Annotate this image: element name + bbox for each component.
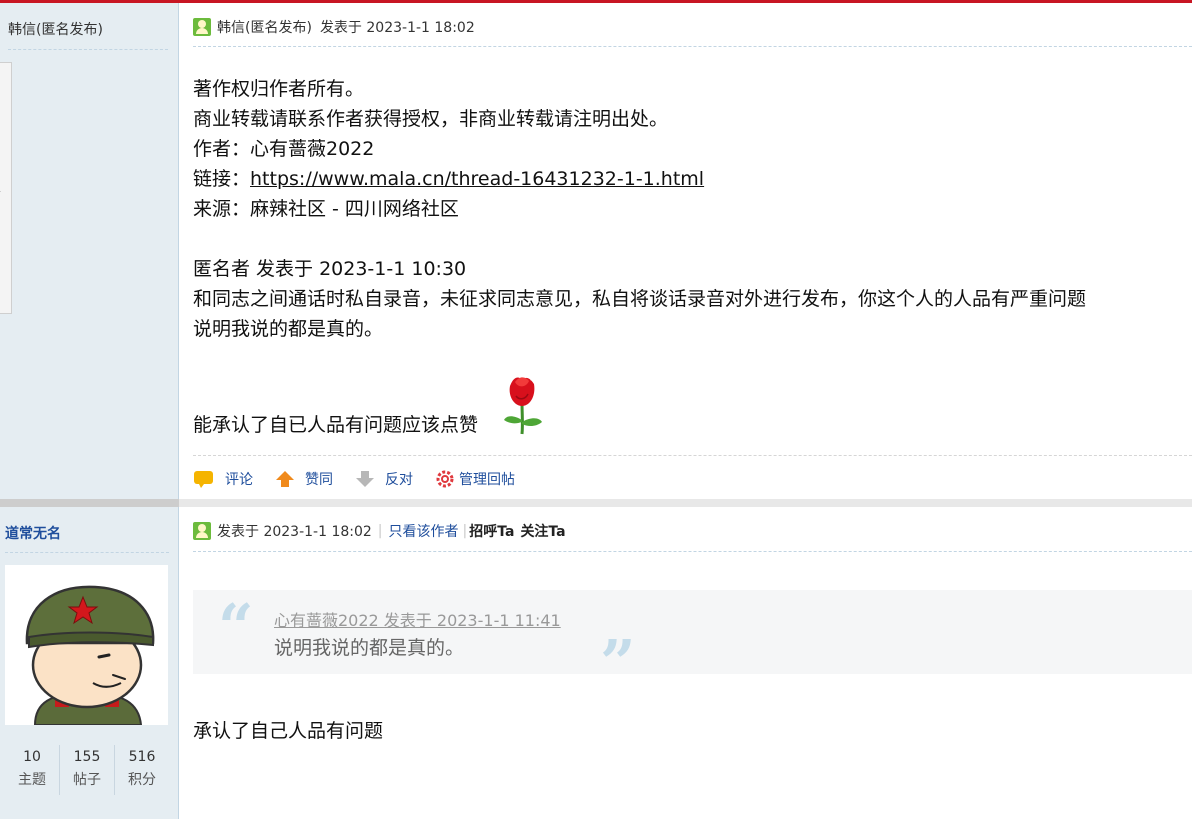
post1-closing: 能承认了自已人品有问题应该点赞 xyxy=(193,410,478,440)
user-stats: 10 主题 155 帖子 516 积分 xyxy=(5,745,169,795)
post1-time: 发表于 2023-1-1 18:02 xyxy=(319,20,475,36)
gear-icon xyxy=(436,470,454,488)
source-line: 来源：麻辣社区 - 四川网络社区 xyxy=(193,198,459,220)
greet-link[interactable]: 招呼Ta xyxy=(469,521,514,541)
post1-author-sidebar: 韩信(匿名发布) xyxy=(0,3,179,499)
profile-panel-edge xyxy=(0,62,12,314)
stat-points[interactable]: 516 积分 xyxy=(115,745,169,795)
open-quote-mark: “ xyxy=(218,590,254,663)
comment-icon xyxy=(194,471,213,488)
view-author-only-link[interactable]: 只看该作者 xyxy=(389,521,459,541)
manage-reply-button[interactable]: 管理回帖 xyxy=(435,469,515,489)
quote-block: “ 心有蔷薇2022 发表于 2023-1-1 11:41 说明我说的都是真的。… xyxy=(193,590,1192,698)
divider xyxy=(193,455,1192,456)
post2-time: 发表于 2023-1-1 18:02 xyxy=(217,524,372,540)
avatar[interactable] xyxy=(5,565,168,725)
quoted-line: 说明我说的都是真的。 xyxy=(193,318,384,340)
sidebar-author-name[interactable]: 道常无名 xyxy=(5,523,61,543)
oppose-button[interactable]: 反对 xyxy=(355,469,413,489)
close-quote-mark: ” xyxy=(600,626,636,699)
soldier-avatar-image xyxy=(5,565,168,725)
link-line: 链接：https://www.mala.cn/thread-16431232-1… xyxy=(193,164,1086,194)
body-line: 著作权归作者所有。 xyxy=(193,78,365,100)
post1-author[interactable]: 韩信(匿名发布) xyxy=(217,17,312,37)
comment-label: 评论 xyxy=(225,472,253,488)
post2-body: 承认了自己人品有问题 xyxy=(193,716,383,746)
thumb-up-icon xyxy=(276,471,294,487)
divider xyxy=(193,46,1192,47)
sidebar-author-name[interactable]: 韩信(匿名发布) xyxy=(8,19,103,39)
link-label: 链接： xyxy=(193,168,251,190)
quoted-line: 和同志之间通话时私自录音，未征求同志意见，私自将谈话录音对外进行发布，你这个人的… xyxy=(193,288,1087,310)
oppose-label: 反对 xyxy=(385,472,413,488)
user-icon xyxy=(193,18,211,36)
stat-topics[interactable]: 10 主题 xyxy=(5,745,60,795)
closing-text: 能承认了自已人品有问题应该点赞 xyxy=(193,414,479,436)
quote-text: 说明我说的都是真的。 xyxy=(274,637,465,659)
post2-text: 承认了自己人品有问题 xyxy=(193,720,384,742)
post2-author-sidebar: 道常无名 10 主题 155 帖子 516 积分 xyxy=(0,507,179,819)
rose-icon xyxy=(504,376,542,435)
stat-posts[interactable]: 155 帖子 xyxy=(60,745,115,795)
comment-button[interactable]: 评论 xyxy=(193,469,253,489)
divider xyxy=(5,552,169,553)
body-line: 作者：心有蔷薇2022 xyxy=(193,138,375,160)
post1-body: 著作权归作者所有。 商业转载请联系作者获得授权，非商业转载请注明出处。 作者：心… xyxy=(193,74,1086,344)
post1-header: 韩信(匿名发布) 发表于 2023-1-1 18:02 xyxy=(193,16,475,38)
support-button[interactable]: 赞同 xyxy=(275,469,333,489)
manage-label: 管理回帖 xyxy=(459,472,515,488)
user-icon xyxy=(193,522,211,540)
post2-header: 发表于 2023-1-1 18:02 | 只看该作者 | 招呼Ta 关注Ta xyxy=(193,520,566,542)
support-label: 赞同 xyxy=(305,472,333,488)
quoted-header: 匿名者 发表于 2023-1-1 10:30 xyxy=(193,258,467,280)
divider xyxy=(193,551,1192,552)
body-line: 商业转载请联系作者获得授权，非商业转载请注明出处。 xyxy=(193,108,669,130)
quote-meta[interactable]: 心有蔷薇2022 发表于 2023-1-1 11:41 xyxy=(274,607,561,631)
follow-link[interactable]: 关注Ta xyxy=(520,521,565,541)
divider xyxy=(8,49,168,50)
thumb-down-icon xyxy=(356,471,374,487)
source-link[interactable]: https://www.mala.cn/thread-16431232-1-1.… xyxy=(250,168,704,190)
post1-actions: 评论 赞同 反对 管理回帖 xyxy=(193,467,537,491)
